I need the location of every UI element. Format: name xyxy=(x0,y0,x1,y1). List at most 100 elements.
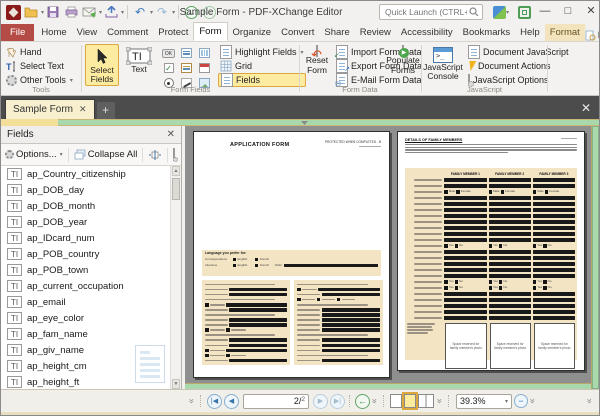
checkbox[interactable] xyxy=(226,354,230,358)
email-caret-icon[interactable]: ▾ xyxy=(99,9,102,16)
next-page-button[interactable]: ▶ xyxy=(313,394,328,409)
form-field[interactable] xyxy=(533,256,575,260)
field-list-item[interactable]: TIap_DOB_year xyxy=(1,214,181,230)
form-field[interactable] xyxy=(489,208,531,212)
form-field[interactable] xyxy=(489,196,531,200)
form-field[interactable] xyxy=(229,359,287,363)
scroll-down-icon[interactable]: ▼ xyxy=(172,379,180,389)
ribbon-tab-help[interactable]: Help xyxy=(515,24,545,41)
field-list-item[interactable]: TIap_email xyxy=(1,294,181,310)
date-field-icon[interactable] xyxy=(196,61,213,75)
form-field[interactable] xyxy=(489,316,531,320)
checkbox[interactable] xyxy=(226,328,230,332)
field-list-item[interactable]: TIap_POB_country xyxy=(1,246,181,262)
checkbox[interactable] xyxy=(489,244,493,248)
form-field[interactable] xyxy=(444,208,486,212)
form-field[interactable] xyxy=(318,288,380,292)
form-field[interactable] xyxy=(322,349,380,353)
form-field[interactable] xyxy=(284,264,378,268)
form-field[interactable] xyxy=(533,250,575,254)
barcode-field-icon[interactable] xyxy=(196,46,213,60)
photo-placeholder-box[interactable]: Space reserved for family member's photo xyxy=(534,323,575,369)
customize-toolbar-icon[interactable] xyxy=(491,5,507,20)
javascript-console-button[interactable]: JavaScript Console xyxy=(423,44,463,86)
checkbox[interactable] xyxy=(444,190,448,194)
text-field-button[interactable]: TI Text xyxy=(122,44,156,86)
previous-view-button[interactable]: ← xyxy=(355,394,370,409)
scrollbar-thumb[interactable] xyxy=(172,178,180,200)
checkbox[interactable] xyxy=(543,280,547,284)
checkbox[interactable] xyxy=(456,190,460,194)
checkbox[interactable] xyxy=(297,288,301,292)
form-field[interactable] xyxy=(533,214,575,218)
form-field[interactable] xyxy=(322,313,380,317)
checkbox[interactable] xyxy=(205,354,209,358)
form-field[interactable] xyxy=(322,328,380,332)
checkbox[interactable] xyxy=(205,303,209,307)
ribbon-tab-organize[interactable]: Organize xyxy=(228,24,277,41)
form-field[interactable] xyxy=(444,178,486,182)
customize-caret-icon[interactable]: ▾ xyxy=(506,9,509,16)
hand-tool-button[interactable]: Hand xyxy=(4,45,75,59)
form-field[interactable] xyxy=(489,256,531,260)
form-field[interactable] xyxy=(229,338,287,342)
checkbox[interactable] xyxy=(444,244,448,248)
close-button[interactable]: ✕ xyxy=(580,1,600,21)
page-number-box[interactable]: 2/2 xyxy=(243,394,309,409)
fields-list-scrollbar[interactable]: ▲ ▼ xyxy=(170,166,181,389)
form-field[interactable] xyxy=(533,220,575,224)
ribbon-tab-share[interactable]: Share xyxy=(319,24,354,41)
select-text-button[interactable]: T Select Text xyxy=(4,59,75,73)
form-field[interactable] xyxy=(444,262,486,266)
ribbon-tab-form[interactable]: Form xyxy=(193,22,227,41)
ribbon-tab-format[interactable]: Format xyxy=(545,24,585,41)
single-page-layout-icon[interactable] xyxy=(390,394,402,408)
continuous-layout-icon[interactable] xyxy=(404,394,416,408)
close-document-icon[interactable]: ✕ xyxy=(573,101,599,119)
form-field[interactable] xyxy=(489,304,531,308)
email-icon[interactable] xyxy=(81,5,97,20)
field-list-item[interactable]: TIap_Country_citizenship xyxy=(1,166,181,182)
form-field[interactable] xyxy=(444,214,486,218)
form-field[interactable] xyxy=(489,268,531,272)
form-field[interactable] xyxy=(322,323,380,327)
form-field[interactable] xyxy=(533,316,575,320)
export-caret-icon[interactable]: ▾ xyxy=(121,9,124,16)
form-field[interactable] xyxy=(444,184,486,188)
form-field[interactable] xyxy=(444,316,486,320)
checkbox[interactable] xyxy=(205,328,209,332)
checkbox[interactable] xyxy=(499,286,503,290)
checkbox[interactable] xyxy=(455,286,459,290)
checkbox[interactable] xyxy=(255,264,259,268)
quick-launch-box[interactable] xyxy=(379,4,483,20)
combo-box-field-icon[interactable] xyxy=(178,61,195,75)
ribbon-tab-file[interactable]: File xyxy=(1,24,34,41)
highlight-fields-button[interactable]: Highlight Fields▾ xyxy=(218,45,306,59)
form-field[interactable] xyxy=(229,318,287,322)
form-field[interactable] xyxy=(533,226,575,230)
grid-button[interactable]: Grid xyxy=(218,59,306,73)
form-field[interactable] xyxy=(489,298,531,302)
form-field[interactable] xyxy=(489,292,531,296)
close-tab-icon[interactable]: ✕ xyxy=(79,104,87,115)
form-field[interactable] xyxy=(229,288,287,292)
checkbox[interactable] xyxy=(444,280,448,284)
form-field[interactable] xyxy=(444,250,486,254)
form-field[interactable] xyxy=(489,226,531,230)
ribbon-tab-view[interactable]: View xyxy=(72,24,102,41)
checkbox[interactable] xyxy=(543,286,547,290)
form-field[interactable] xyxy=(322,338,380,342)
document-tab-sample-form[interactable]: Sample Form ✕ xyxy=(5,99,95,119)
form-field[interactable] xyxy=(489,184,531,188)
minimize-button[interactable]: — xyxy=(534,1,556,21)
ribbon-tab-accessibility[interactable]: Accessibility xyxy=(396,24,458,41)
ribbon-tab-comment[interactable]: Comment xyxy=(102,24,153,41)
ribbon-tab-convert[interactable]: Convert xyxy=(276,24,319,41)
quick-launch-input[interactable] xyxy=(383,6,469,18)
field-list-item[interactable]: TIap_eye_color xyxy=(1,310,181,326)
zoom-overflow-icon[interactable]: » xyxy=(528,396,538,406)
form-field[interactable] xyxy=(533,184,575,188)
fullscreen-icon[interactable] xyxy=(516,5,532,20)
field-properties-icon[interactable] xyxy=(173,149,175,160)
reset-form-button[interactable]: ↶ Reset Form xyxy=(301,44,333,86)
